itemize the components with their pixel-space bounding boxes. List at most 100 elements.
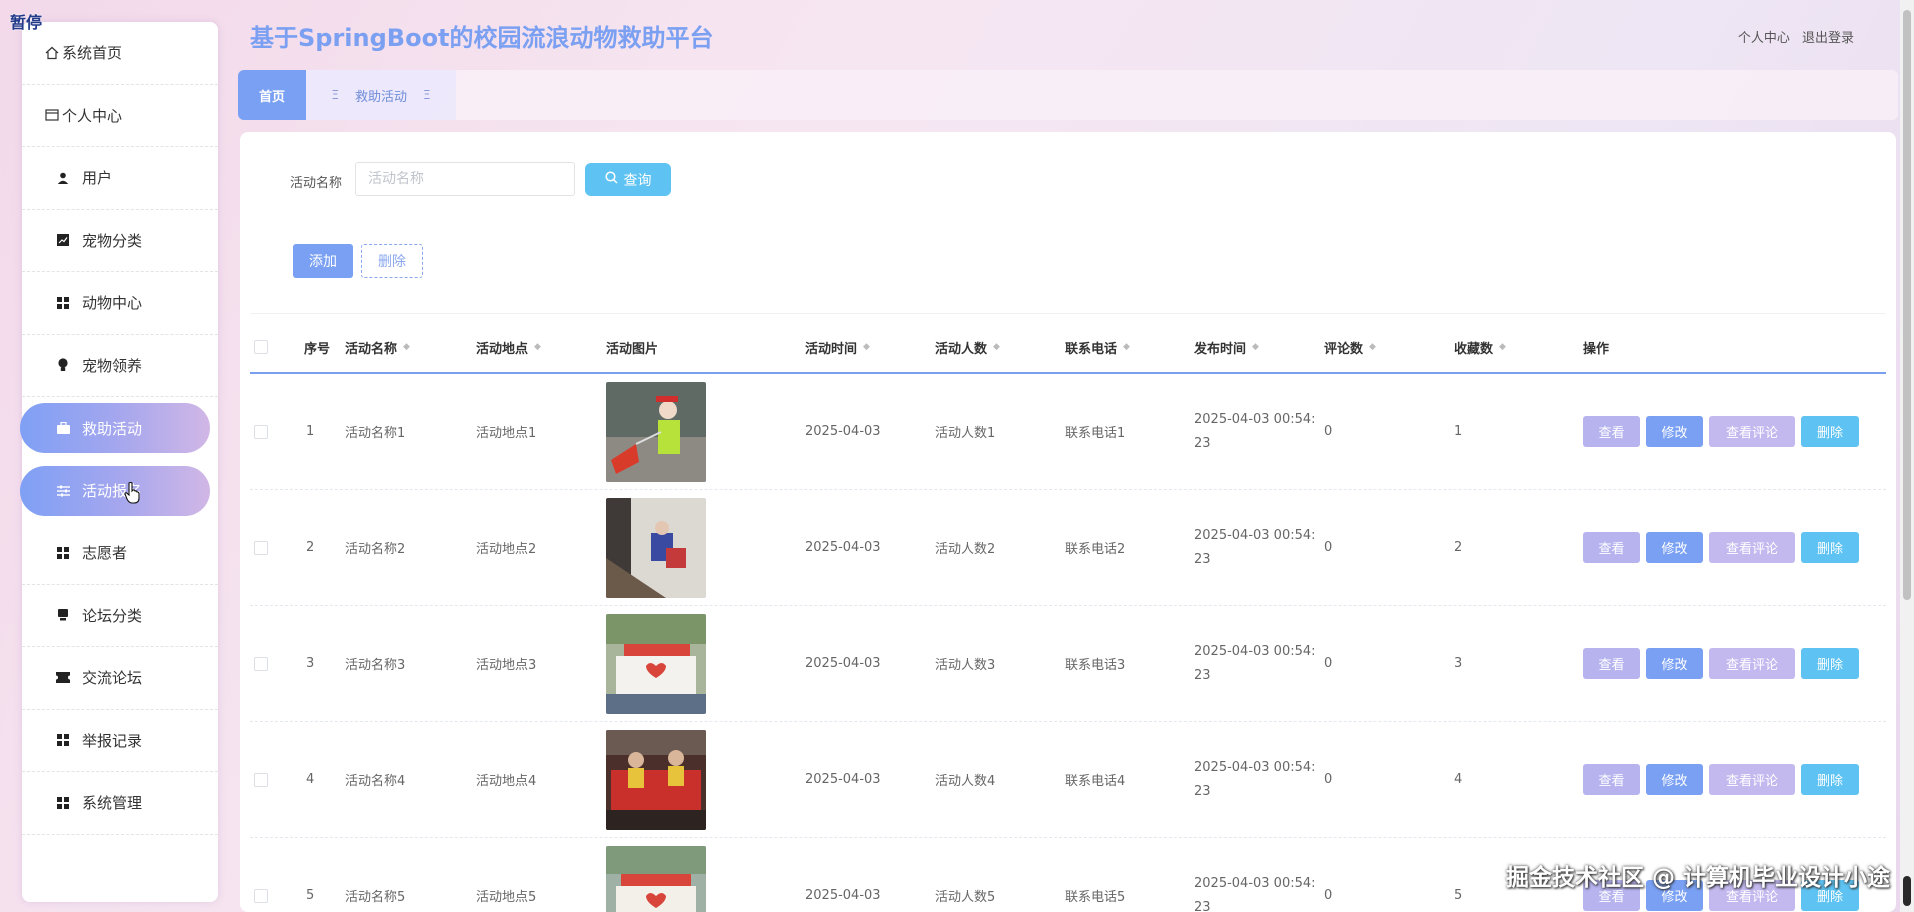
view-comments-button[interactable]: 查看评论 <box>1709 648 1795 679</box>
sidebar-item-home[interactable]: 系统首页 <box>22 22 218 85</box>
sort-icon[interactable]: ◆ <box>1499 342 1506 352</box>
divider <box>250 313 1886 314</box>
view-comments-button[interactable]: 查看评论 <box>1709 764 1795 795</box>
bulb-icon <box>52 358 74 372</box>
sidebar-item-activity-signup[interactable]: 活动报名 <box>20 460 218 523</box>
sliders-icon <box>52 485 74 497</box>
row-time: 2025-04-03 <box>805 424 881 439</box>
sidebar-item-label: 志愿者 <box>82 544 128 563</box>
row-checkbox[interactable] <box>254 540 268 555</box>
activity-image[interactable] <box>606 381 706 482</box>
edit-button[interactable]: 修改 <box>1646 416 1703 447</box>
search-button[interactable]: 查询 <box>585 163 671 196</box>
delete-button[interactable]: 删除 <box>1801 648 1859 679</box>
col-header-label: 序号 <box>304 341 331 357</box>
col-people[interactable]: 活动人数 ◆ <box>935 322 1000 372</box>
col-place[interactable]: 活动地点 ◆ <box>476 322 541 372</box>
grid-icon <box>52 296 74 309</box>
col-pub-time[interactable]: 发布时间 ◆ <box>1194 322 1259 372</box>
sort-icon[interactable]: ◆ <box>1252 342 1259 352</box>
sort-icon[interactable]: ◆ <box>403 342 410 352</box>
col-header-label: 发布时间 <box>1194 341 1247 357</box>
sidebar-item-pet-category[interactable]: 宠物分类 <box>22 210 218 272</box>
tab-home[interactable]: 首页 <box>238 70 306 120</box>
col-name[interactable]: 活动名称 ◆ <box>345 322 410 372</box>
app-title: 基于SpringBoot的校园流浪动物救助平台 <box>250 24 714 52</box>
page-scrollbar[interactable] <box>1900 0 1914 912</box>
row-checkbox[interactable] <box>254 772 268 787</box>
profile-link[interactable]: 个人中心 <box>1738 31 1790 46</box>
row-checkbox[interactable] <box>254 424 268 439</box>
row-checkbox[interactable] <box>254 656 268 671</box>
sidebar-item-forum[interactable]: 交流论坛 <box>22 647 218 710</box>
add-button[interactable]: 添加 <box>293 244 353 278</box>
batch-delete-button[interactable]: 删除 <box>361 244 423 278</box>
edit-button[interactable]: 修改 <box>1646 532 1703 563</box>
view-button[interactable]: 查看 <box>1583 648 1640 679</box>
sidebar-item-label: 宠物分类 <box>82 231 143 250</box>
sidebar-item-label: 举报记录 <box>82 731 143 750</box>
scrollbar-handle[interactable] <box>1903 876 1911 906</box>
sidebar-item-animal-center[interactable]: 动物中心 <box>22 272 218 335</box>
col-time[interactable]: 活动时间 ◆ <box>805 322 870 372</box>
row-place: 活动地点1 <box>476 426 537 441</box>
sidebar-item-volunteers[interactable]: 志愿者 <box>22 522 218 585</box>
tab-menu-icon: Ξ <box>423 88 431 102</box>
sort-icon[interactable]: ◆ <box>863 342 870 352</box>
tab-rescue-activity[interactable]: Ξ 救助活动 Ξ <box>306 70 456 120</box>
col-favorites[interactable]: 收藏数 ◆ <box>1454 322 1506 372</box>
activity-image[interactable] <box>606 845 706 912</box>
activity-image[interactable] <box>606 497 706 598</box>
table-row: 2 活动名称2 活动地点2 2025-04-03 活动人数2 联系电话2 202… <box>250 490 1886 606</box>
search-input[interactable] <box>355 162 575 196</box>
activity-image[interactable] <box>606 613 706 714</box>
view-comments-button[interactable]: 查看评论 <box>1709 416 1795 447</box>
row-actions: 查看 修改 查看评论 删除 <box>1583 374 1859 489</box>
home-icon <box>44 46 60 60</box>
sort-icon[interactable]: ◆ <box>1123 342 1130 352</box>
scrollbar-thumb[interactable] <box>1903 10 1911 600</box>
row-people: 活动人数3 <box>935 658 996 673</box>
edit-button[interactable]: 修改 <box>1646 764 1703 795</box>
view-button[interactable]: 查看 <box>1583 764 1640 795</box>
view-button[interactable]: 查看 <box>1583 532 1640 563</box>
sidebar-item-users[interactable]: 用户 <box>22 147 218 210</box>
edit-button[interactable]: 修改 <box>1646 648 1703 679</box>
briefcase-icon <box>52 422 74 435</box>
row-checkbox[interactable] <box>254 888 268 903</box>
logout-link[interactable]: 退出登录 <box>1802 31 1854 46</box>
select-all-checkbox[interactable] <box>254 340 268 354</box>
row-favorites: 4 <box>1454 772 1463 787</box>
sort-icon[interactable]: ◆ <box>1369 342 1376 352</box>
sidebar-item-pet-adoption[interactable]: 宠物领养 <box>22 335 218 397</box>
sidebar-item-label: 论坛分类 <box>82 606 143 625</box>
sidebar-item-profile[interactable]: 个人中心 <box>22 85 218 147</box>
pause-label: 暂停 <box>10 13 43 32</box>
row-pub-time: 2025-04-03 00:54: 23 <box>1194 722 1324 837</box>
sidebar-item-system[interactable]: 系统管理 <box>22 772 218 835</box>
row-people: 活动人数2 <box>935 542 996 557</box>
row-phone: 联系电话3 <box>1065 658 1126 673</box>
activity-image[interactable] <box>606 729 706 830</box>
col-phone[interactable]: 联系电话 ◆ <box>1065 322 1130 372</box>
sort-icon[interactable]: ◆ <box>993 342 1000 352</box>
table-row: 3 活动名称3 活动地点3 2025-04-03 活动人数3 联系电话3 202… <box>250 606 1886 722</box>
view-comments-button[interactable]: 查看评论 <box>1709 532 1795 563</box>
col-comments[interactable]: 评论数 ◆ <box>1324 322 1376 372</box>
delete-button[interactable]: 删除 <box>1801 532 1859 563</box>
delete-button[interactable]: 删除 <box>1801 416 1859 447</box>
view-button[interactable]: 查看 <box>1583 416 1640 447</box>
row-actions: 查看 修改 查看评论 删除 <box>1583 490 1859 605</box>
sidebar-item-label: 救助活动 <box>82 419 143 438</box>
sidebar-item-rescue-activity[interactable]: 救助活动 <box>20 397 218 460</box>
pub-date: 2025-04-03 00:54: <box>1194 527 1316 543</box>
delete-button[interactable]: 删除 <box>1801 764 1859 795</box>
pub-date: 2025-04-03 00:54: <box>1194 643 1316 659</box>
sort-icon[interactable]: ◆ <box>534 342 541 352</box>
row-index: 2 <box>306 540 315 555</box>
monitor-icon <box>52 609 74 621</box>
sidebar-item-reports[interactable]: 举报记录 <box>22 710 218 772</box>
grid-icon <box>52 546 74 559</box>
sidebar-item-forum-category[interactable]: 论坛分类 <box>22 585 218 647</box>
tab-menu-icon: Ξ <box>331 88 339 102</box>
